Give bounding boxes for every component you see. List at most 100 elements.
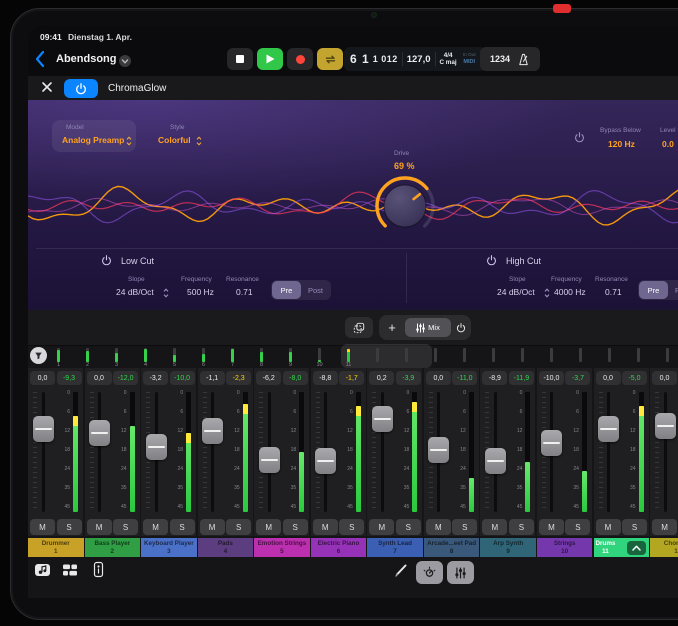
volume-value-button[interactable]: -10,0	[170, 371, 195, 385]
model-value[interactable]: Analog Preamp	[62, 135, 124, 145]
solo-button[interactable]: S	[452, 519, 477, 535]
fader-handle[interactable]	[315, 448, 336, 474]
pan-value-button[interactable]: 0,0	[30, 371, 55, 385]
fader-handle[interactable]	[372, 406, 393, 432]
track-tab[interactable]: Arp Synth9	[480, 538, 536, 557]
overview-meter[interactable]	[57, 348, 60, 362]
overview-meter[interactable]	[492, 348, 495, 362]
track-tab[interactable]: Electric Piano6	[311, 538, 367, 557]
overview-meter[interactable]	[434, 348, 437, 362]
volume-value-button[interactable]: -5,0	[622, 371, 647, 385]
overview-meter[interactable]	[608, 348, 611, 362]
fader-handle[interactable]	[89, 420, 110, 446]
io-device-button[interactable]	[92, 561, 105, 578]
back-button[interactable]	[34, 50, 46, 68]
pan-value-button[interactable]: -10,0	[539, 371, 564, 385]
high-cut-pre-button[interactable]: Pre	[639, 281, 668, 299]
overview-meter[interactable]	[202, 348, 205, 362]
solo-button[interactable]: S	[226, 519, 251, 535]
high-cut-frequency-value[interactable]: 4000 Hz	[554, 287, 586, 297]
bypass-power-icon[interactable]	[574, 132, 585, 143]
mute-button[interactable]: M	[652, 519, 677, 535]
mute-button[interactable]: M	[539, 519, 564, 535]
volume-value-button[interactable]: -1,7	[339, 371, 364, 385]
volume-value-button[interactable]: -11,0	[452, 371, 477, 385]
solo-button[interactable]: S	[622, 519, 647, 535]
pan-value-button[interactable]: -8,9	[482, 371, 507, 385]
mute-button[interactable]: M	[87, 519, 112, 535]
overview-meter[interactable]	[231, 348, 234, 362]
solo-button[interactable]: S	[283, 519, 308, 535]
edit-pencil-button[interactable]	[394, 563, 408, 577]
mixer-toggle-button[interactable]	[447, 561, 474, 584]
close-plugin-button[interactable]	[40, 80, 54, 94]
track-tab[interactable]: Arcade...eet Pad8	[424, 538, 480, 557]
mute-button[interactable]: M	[143, 519, 168, 535]
track-tab[interactable]: Bass Player2	[85, 538, 141, 557]
channel-power-button[interactable]	[451, 323, 471, 333]
pan-value-button[interactable]: -1,1	[200, 371, 225, 385]
volume-value-button[interactable]: -3,7	[565, 371, 590, 385]
overview-meter[interactable]	[463, 348, 466, 362]
overview-meter[interactable]	[550, 348, 553, 362]
overview-meter[interactable]	[173, 348, 176, 362]
copy-button[interactable]	[345, 317, 373, 338]
fader-handle[interactable]	[202, 418, 223, 444]
solo-button[interactable]: S	[170, 519, 195, 535]
solo-button[interactable]: S	[57, 519, 82, 535]
track-tab[interactable]: Emotion Strings5	[254, 538, 310, 557]
volume-value-button[interactable]: -11,9	[509, 371, 534, 385]
solo-button[interactable]: S	[509, 519, 534, 535]
fader-handle[interactable]	[655, 413, 676, 439]
drive-knob-body[interactable]	[384, 185, 426, 227]
overview-meter[interactable]	[289, 348, 292, 362]
volume-value-button[interactable]: -12,0	[113, 371, 138, 385]
mute-button[interactable]: M	[596, 519, 621, 535]
pan-value-button[interactable]: -8,8	[313, 371, 338, 385]
pan-value-button[interactable]: 0,0	[652, 371, 677, 385]
fader-handle[interactable]	[541, 430, 562, 456]
solo-button[interactable]: S	[396, 519, 421, 535]
mute-button[interactable]: M	[200, 519, 225, 535]
cycle-button[interactable]	[317, 48, 343, 70]
track-tab[interactable]: Strings10	[537, 538, 593, 557]
low-cut-resonance-value[interactable]: 0.71	[236, 287, 253, 297]
project-menu-button[interactable]	[119, 55, 131, 67]
pan-value-button[interactable]: 0,0	[596, 371, 621, 385]
fader-handle[interactable]	[598, 416, 619, 442]
overview-meter[interactable]	[115, 348, 118, 362]
mute-button[interactable]: M	[482, 519, 507, 535]
volume-value-button[interactable]: -2,3	[226, 371, 251, 385]
count-in-metronome-group[interactable]: 1234	[480, 47, 540, 71]
overview-meter[interactable]	[347, 348, 350, 362]
track-tab[interactable]: Drums11	[594, 538, 650, 557]
fader-handle[interactable]	[485, 448, 506, 474]
pan-value-button[interactable]: -6,2	[256, 371, 281, 385]
overview-meter[interactable]	[666, 348, 669, 362]
track-tab[interactable]: Chorus V12	[650, 538, 678, 557]
overview-meter[interactable]	[579, 348, 582, 362]
solo-button[interactable]: S	[339, 519, 364, 535]
high-cut-resonance-value[interactable]: 0.71	[605, 287, 622, 297]
track-regions-button[interactable]	[62, 562, 78, 578]
overview-meter[interactable]	[86, 348, 89, 362]
volume-value-button[interactable]: -8,0	[283, 371, 308, 385]
low-cut-power-icon[interactable]	[101, 255, 112, 266]
pan-value-button[interactable]: 0,2	[369, 371, 394, 385]
low-cut-pre-button[interactable]: Pre	[272, 281, 301, 299]
plugin-power-button[interactable]	[64, 79, 98, 98]
collapse-mixer-button[interactable]	[627, 541, 646, 555]
record-button[interactable]	[287, 48, 313, 70]
overview-meter[interactable]	[144, 348, 147, 362]
overview-meter[interactable]	[260, 348, 263, 362]
overview-meter[interactable]	[637, 348, 640, 362]
solo-button[interactable]: S	[565, 519, 590, 535]
drive-knob[interactable]	[373, 174, 437, 238]
track-tab[interactable]: Synth Lead7	[367, 538, 423, 557]
volume-value-button[interactable]: -9,3	[57, 371, 82, 385]
mix-view-button[interactable]: Mix	[405, 318, 451, 337]
low-cut-post-button[interactable]: Post	[301, 281, 330, 299]
style-value[interactable]: Colorful	[158, 135, 191, 145]
media-browser-button[interactable]	[34, 562, 51, 578]
metronome-icon[interactable]	[517, 53, 530, 66]
